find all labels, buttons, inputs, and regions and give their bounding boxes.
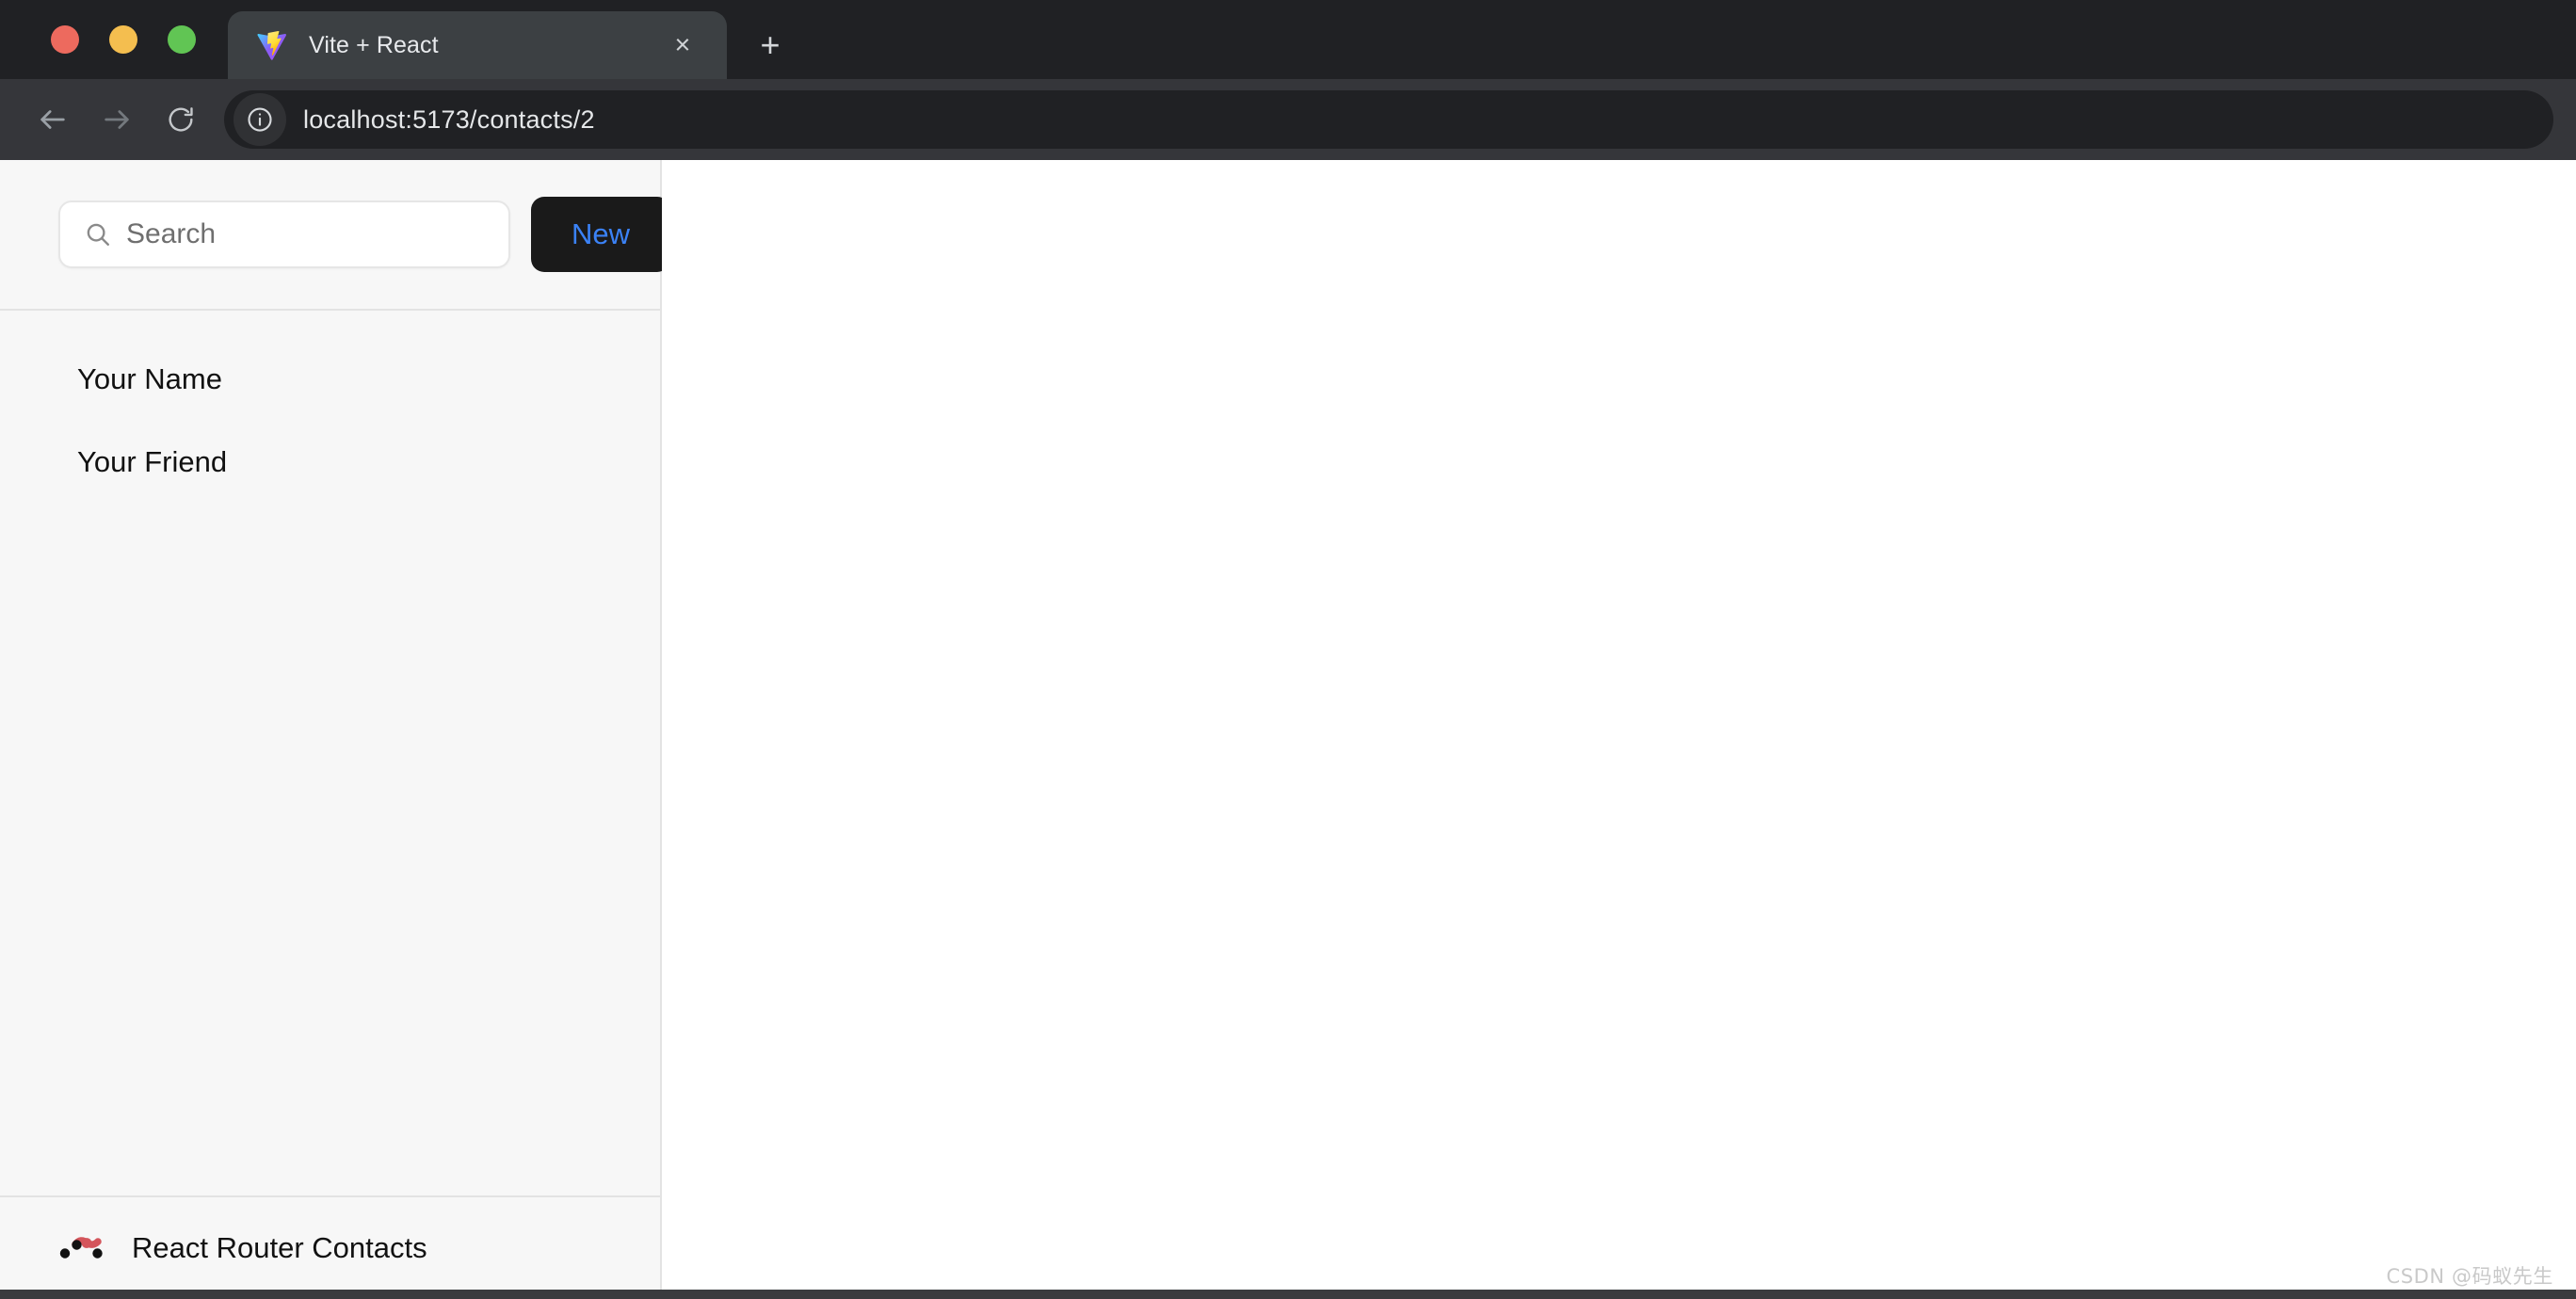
tab-title: Vite + React xyxy=(309,31,439,58)
forward-arrow-icon xyxy=(101,104,133,136)
window-bottom-edge xyxy=(0,1290,2576,1299)
contact-link-your-friend[interactable]: Your Friend xyxy=(49,431,611,493)
reload-icon xyxy=(166,104,196,135)
sidebar-footer: React Router Contacts xyxy=(0,1195,660,1299)
maximize-window-button[interactable] xyxy=(168,25,196,54)
app-root: New Your Name Your Friend xyxy=(0,160,2576,1299)
watermark: CSDN @码蚁先生 xyxy=(2386,1265,2553,1288)
address-bar-url: localhost:5173/contacts/2 xyxy=(303,104,595,134)
search-icon xyxy=(83,220,113,249)
vite-logo-icon xyxy=(256,29,288,61)
app-title: React Router Contacts xyxy=(132,1231,427,1264)
back-arrow-icon xyxy=(37,104,69,136)
browser-toolbar: localhost:5173/contacts/2 xyxy=(0,79,2576,160)
browser-chrome: Vite + React × + localhost:5173/contacts… xyxy=(0,0,2576,160)
list-item: Your Friend xyxy=(49,431,611,493)
info-circle-icon[interactable] xyxy=(233,93,286,146)
browser-tab[interactable]: Vite + React × xyxy=(228,11,727,79)
search-input[interactable] xyxy=(126,218,490,250)
minimize-window-button[interactable] xyxy=(109,25,137,54)
contact-list: Your Name Your Friend xyxy=(49,348,611,493)
back-button[interactable] xyxy=(21,88,85,152)
detail-pane: CSDN @码蚁先生 xyxy=(662,160,2576,1299)
new-contact-button[interactable]: New xyxy=(531,197,670,272)
react-router-logo-icon xyxy=(58,1234,111,1262)
close-tab-icon[interactable]: × xyxy=(665,27,700,63)
contact-nav: Your Name Your Friend xyxy=(0,311,660,1195)
contact-link-your-name[interactable]: Your Name xyxy=(49,348,611,410)
new-tab-button[interactable]: + xyxy=(744,19,797,72)
close-window-button[interactable] xyxy=(51,25,79,54)
reload-button[interactable] xyxy=(149,88,213,152)
sidebar-header: New xyxy=(0,160,670,311)
tab-strip: Vite + React × + xyxy=(0,0,2576,79)
address-bar[interactable]: localhost:5173/contacts/2 xyxy=(224,90,2553,149)
window-controls xyxy=(0,0,228,79)
forward-button[interactable] xyxy=(85,88,149,152)
list-item: Your Name xyxy=(49,348,611,410)
sidebar: New Your Name Your Friend xyxy=(0,160,670,1299)
search-form[interactable] xyxy=(58,200,510,268)
